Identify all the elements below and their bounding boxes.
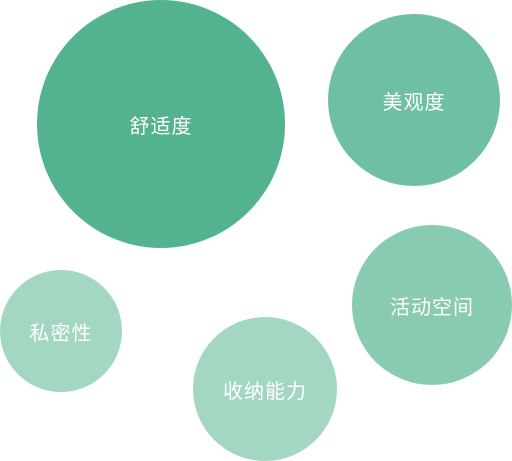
bubble-diagram: 舒适度 美观度 活动空间 私密性 收纳能力 — [0, 0, 512, 461]
bubble-activity-space-label: 活动空间 — [390, 294, 474, 319]
bubble-activity-space: 活动空间 — [352, 225, 512, 385]
bubble-storage: 收纳能力 — [193, 317, 337, 461]
bubble-privacy: 私密性 — [0, 270, 122, 392]
bubble-aesthetics: 美观度 — [328, 14, 500, 186]
bubble-comfort-label: 舒适度 — [129, 113, 193, 138]
bubble-storage-label: 收纳能力 — [223, 378, 307, 403]
bubble-aesthetics-label: 美观度 — [382, 89, 446, 114]
bubble-privacy-label: 私密性 — [29, 320, 93, 345]
bubble-comfort: 舒适度 — [37, 0, 285, 248]
